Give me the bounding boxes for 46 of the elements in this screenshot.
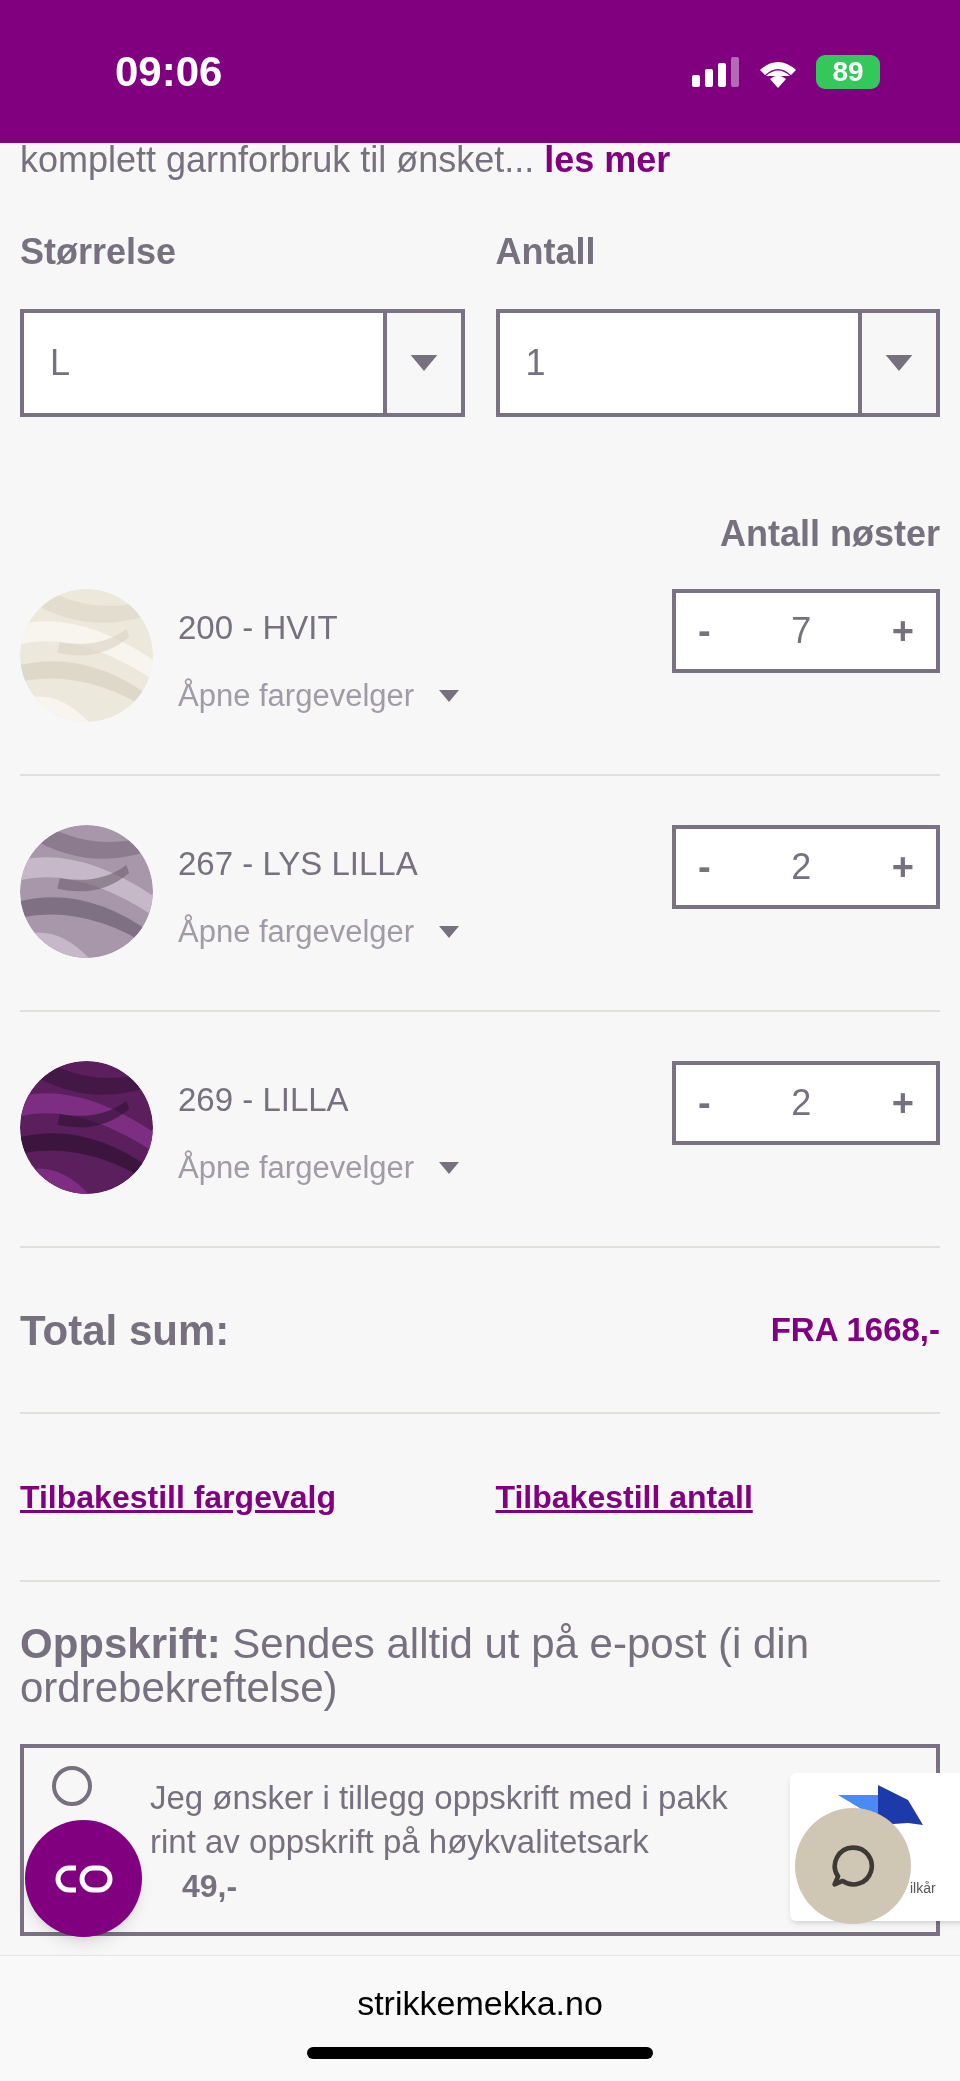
decrement-button[interactable]: - <box>698 838 711 896</box>
reset-link[interactable]: Tilbakestill fargevalg <box>20 1473 336 1521</box>
battery-icon: 89 <box>816 54 880 89</box>
signal-icon <box>692 56 740 87</box>
decrement-button[interactable]: - <box>698 602 711 660</box>
read-more-link[interactable]: les mer <box>544 139 671 180</box>
option-text: Jeg ønsker i tillegg oppskrift med i pakk <box>150 1778 728 1818</box>
increment-button[interactable]: + <box>891 1074 914 1132</box>
total-label: Total sum: <box>20 1305 230 1356</box>
clock: 09:06 <box>115 47 223 97</box>
color-picker-toggle[interactable]: Åpne fargevelger <box>178 672 461 719</box>
radio-button[interactable] <box>52 1766 92 1806</box>
color-name: 269 - LILLA <box>178 1080 350 1120</box>
caret-icon <box>438 925 461 938</box>
color-picker-toggle[interactable]: Åpne fargevelger <box>178 908 461 955</box>
caret-icon <box>438 689 461 702</box>
decrement-button[interactable]: - <box>698 1074 711 1132</box>
increment-button[interactable]: + <box>891 602 914 660</box>
color-name: 267 - LYS LILLA <box>178 844 419 884</box>
color-picker-toggle[interactable]: Åpne fargevelger <box>178 1144 461 1191</box>
quantity-stepper[interactable]: - 2 + <box>672 825 940 909</box>
field-label: Størrelse <box>20 230 178 274</box>
total-price: FRA 1668,- <box>770 1310 940 1351</box>
quantity-value: 2 <box>791 1081 812 1125</box>
logo-icon <box>53 1863 114 1894</box>
quantity-stepper[interactable]: - 7 + <box>672 589 940 673</box>
url-text: strikkemekka.no <box>357 1983 603 2024</box>
quantity-value: 2 <box>791 845 812 889</box>
terms-text: ilkår <box>910 1879 936 1898</box>
quantity-value: 7 <box>791 609 812 653</box>
recipe-text: Oppskrift: Sendes alltid ut på e-post (i din ordrebekreftelse) <box>20 1622 811 1710</box>
option-text: rint av oppskrift på høykvalitetsark <box>149 1822 650 1862</box>
quantity-stepper[interactable]: - 2 + <box>672 1061 940 1145</box>
select-field[interactable]: 1 <box>495 309 940 417</box>
color-name: 200 - HVIT <box>178 608 339 648</box>
chat-icon <box>830 1843 876 1889</box>
option-price: 49,- <box>181 1867 239 1906</box>
reset-link[interactable]: Tilbakestill antall <box>495 1473 753 1521</box>
caret-icon <box>438 1161 461 1174</box>
column-heading: Antall nøster <box>719 512 940 556</box>
caret-icon <box>885 355 913 371</box>
field-label: Antall <box>495 230 597 274</box>
select-field[interactable]: L <box>20 309 465 417</box>
description-text: komplett garnforbruk til ønsket... les mer <box>20 138 672 182</box>
caret-icon <box>409 355 438 371</box>
increment-button[interactable]: + <box>891 838 914 896</box>
